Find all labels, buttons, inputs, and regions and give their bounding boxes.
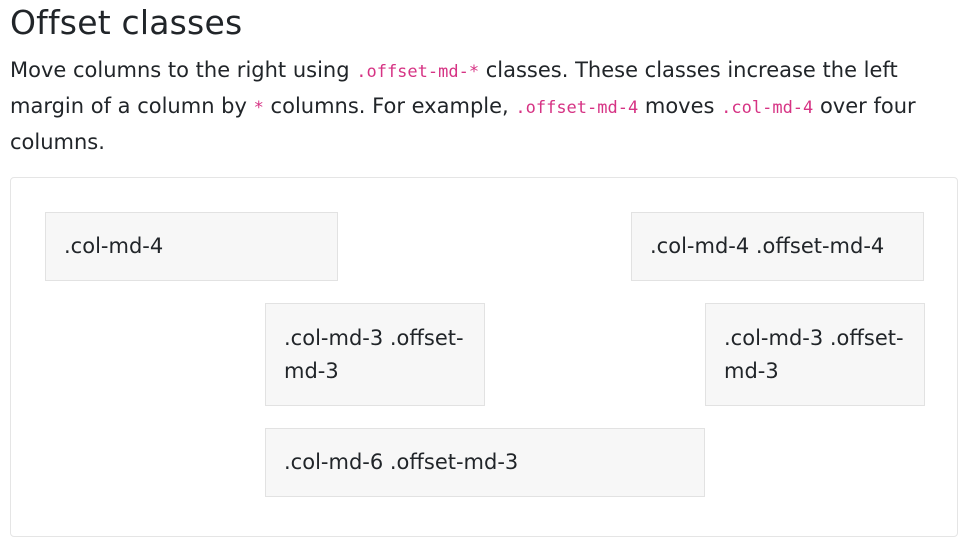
description-text: columns. For example, (263, 94, 516, 118)
column-label: .col-md-4 .offset-md-4 (650, 234, 885, 258)
grid-column-col-md-6-offset-md-3: .col-md-6 .offset-md-3 (265, 428, 705, 497)
page-title: Offset classes (10, 3, 243, 42)
grid-column-col-md-3-offset-md-3-second: .col-md-3 .offset-md-3 (705, 303, 925, 406)
column-label: .col-md-3 .offset-md-3 (284, 325, 464, 383)
column-label: .col-md-3 .offset-md-3 (724, 325, 904, 383)
inline-code-star: * (253, 98, 264, 118)
grid-column-col-md-4: .col-md-4 (45, 212, 338, 281)
description-text: Move columns to the right using (10, 58, 357, 82)
column-label: .col-md-4 (64, 234, 164, 258)
grid-column-col-md-3-offset-md-3: .col-md-3 .offset-md-3 (265, 303, 485, 406)
description-text: moves (638, 94, 722, 118)
inline-code-offset-md-star: .offset-md-* (356, 62, 480, 82)
description-paragraph: Move columns to the right using .offset-… (10, 53, 940, 159)
example-panel: .col-md-4 .col-md-4 .offset-md-4 .col-md… (10, 177, 958, 537)
grid-column-col-md-4-offset-md-4: .col-md-4 .offset-md-4 (631, 212, 924, 281)
inline-code-col-md-4: .col-md-4 (721, 98, 814, 118)
column-label: .col-md-6 .offset-md-3 (284, 450, 519, 474)
inline-code-offset-md-4: .offset-md-4 (515, 98, 639, 118)
